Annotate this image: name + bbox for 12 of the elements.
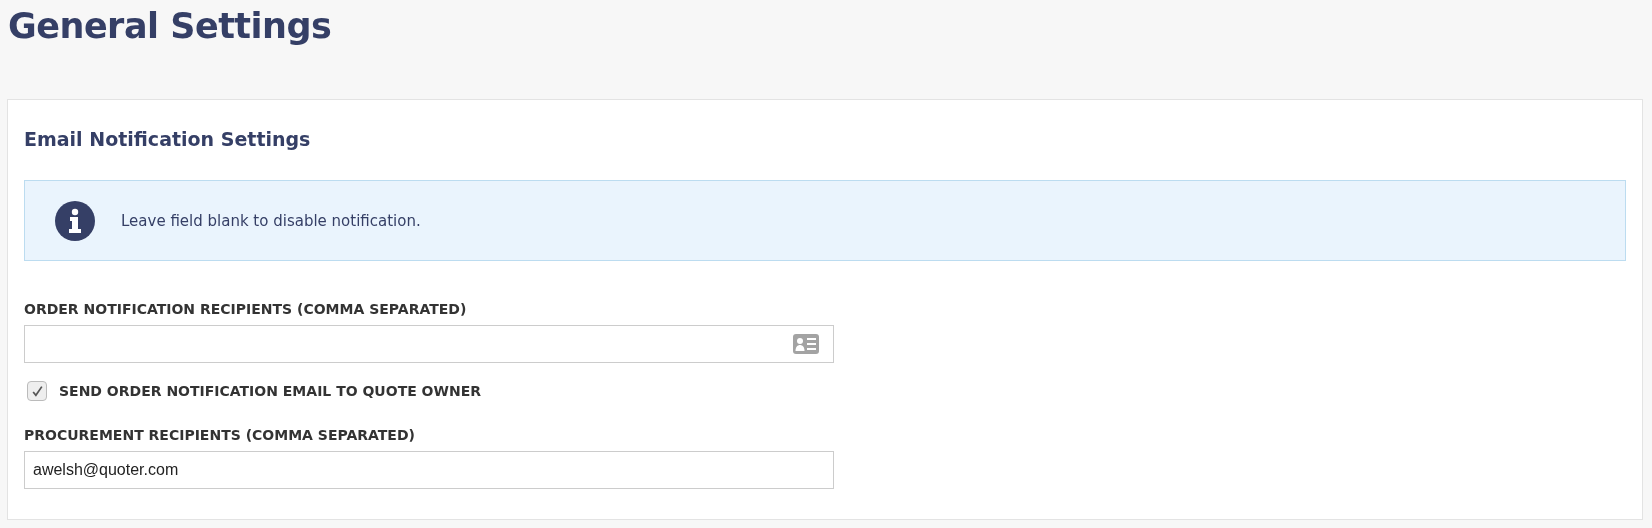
input-field[interactable]: awelsh@quoter.com [24, 451, 834, 489]
field-label: ORDER NOTIFICATION RECIPIENTS (COMMA SEPARATED) [24, 301, 468, 317]
section-heading: Email Notification Settings [24, 128, 312, 150]
checkbox-label[interactable]: SEND ORDER NOTIFICATION EMAIL TO QUOTE OWNER [59, 383, 482, 399]
input-field[interactable] [24, 325, 834, 363]
info-icon [55, 200, 95, 241]
checkbox[interactable] [27, 381, 47, 401]
check-icon [30, 384, 44, 398]
page-title: General Settings [7, 5, 333, 48]
field-label: PROCUREMENT RECIPIENTS (COMMA SEPARATED) [24, 427, 416, 443]
contact-card-icon[interactable] [793, 334, 819, 354]
notice-text: Leave field blank to disable notification. [121, 211, 421, 230]
